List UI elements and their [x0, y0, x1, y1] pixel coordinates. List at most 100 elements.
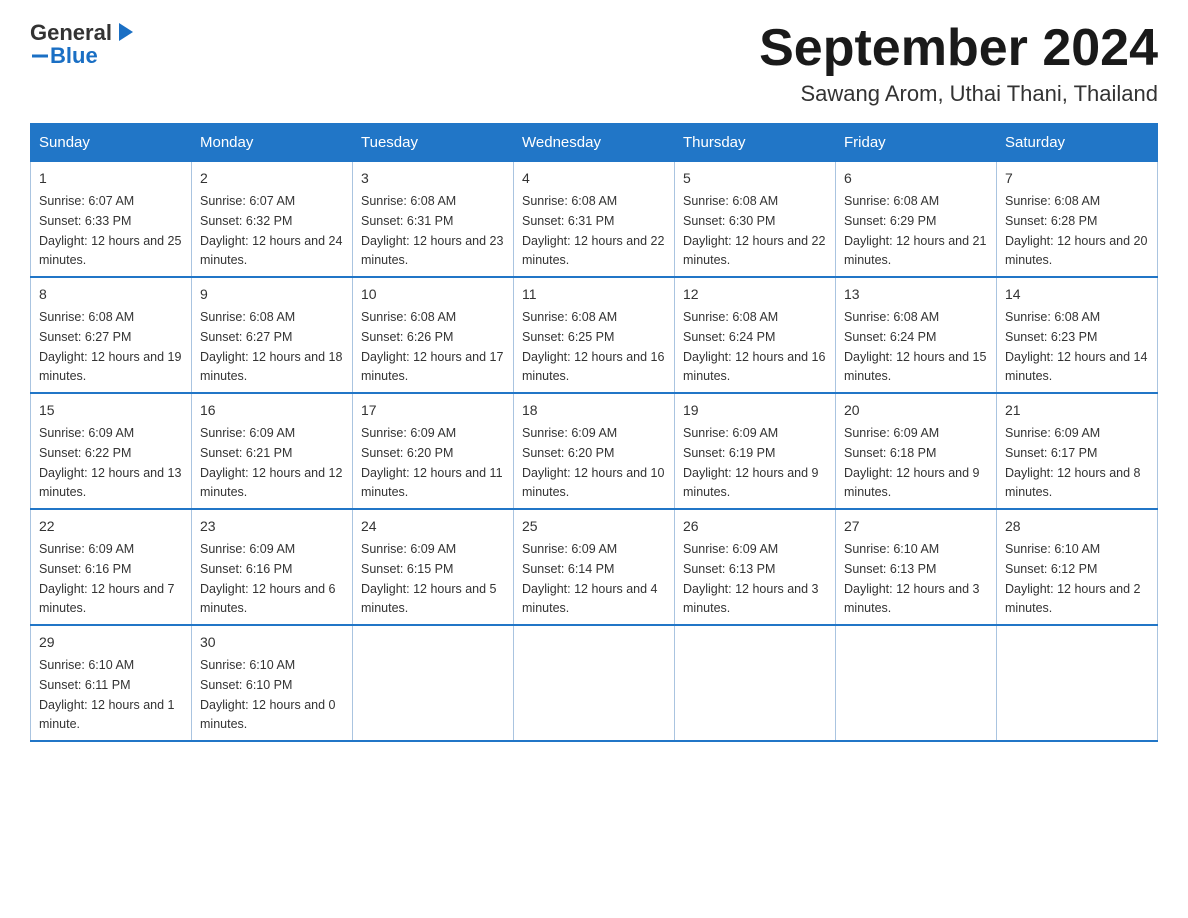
calendar-cell: 3 Sunrise: 6:08 AM Sunset: 6:31 PM Dayli… — [353, 162, 514, 278]
day-number: 4 — [522, 168, 666, 189]
day-daylight: Daylight: 12 hours and 24 minutes. — [200, 234, 342, 268]
calendar-cell — [836, 625, 997, 741]
day-number: 15 — [39, 400, 183, 421]
logo: General Blue — [30, 20, 137, 69]
day-sunrise: Sunrise: 6:10 AM — [844, 542, 939, 556]
day-daylight: Daylight: 12 hours and 11 minutes. — [361, 466, 503, 500]
calendar-cell: 23 Sunrise: 6:09 AM Sunset: 6:16 PM Dayl… — [192, 509, 353, 625]
day-sunrise: Sunrise: 6:09 AM — [361, 542, 456, 556]
calendar-cell: 5 Sunrise: 6:08 AM Sunset: 6:30 PM Dayli… — [675, 162, 836, 278]
logo-line-icon — [32, 48, 48, 64]
calendar-cell: 18 Sunrise: 6:09 AM Sunset: 6:20 PM Dayl… — [514, 393, 675, 509]
calendar-cell: 24 Sunrise: 6:09 AM Sunset: 6:15 PM Dayl… — [353, 509, 514, 625]
logo-general: General — [30, 20, 112, 45]
calendar-cell: 2 Sunrise: 6:07 AM Sunset: 6:32 PM Dayli… — [192, 162, 353, 278]
calendar-cell: 25 Sunrise: 6:09 AM Sunset: 6:14 PM Dayl… — [514, 509, 675, 625]
day-number: 19 — [683, 400, 827, 421]
day-sunrise: Sunrise: 6:08 AM — [683, 310, 778, 324]
logo-blue: Blue — [50, 43, 98, 68]
day-sunrise: Sunrise: 6:09 AM — [522, 542, 617, 556]
day-number: 6 — [844, 168, 988, 189]
day-number: 30 — [200, 632, 344, 653]
calendar-cell — [514, 625, 675, 741]
day-sunset: Sunset: 6:27 PM — [39, 330, 131, 344]
calendar-table: Sunday Monday Tuesday Wednesday Thursday… — [30, 123, 1158, 742]
day-number: 12 — [683, 284, 827, 305]
day-sunset: Sunset: 6:20 PM — [361, 446, 453, 460]
day-daylight: Daylight: 12 hours and 20 minutes. — [1005, 234, 1147, 268]
day-sunset: Sunset: 6:23 PM — [1005, 330, 1097, 344]
day-sunrise: Sunrise: 6:09 AM — [200, 426, 295, 440]
calendar-cell — [675, 625, 836, 741]
day-number: 18 — [522, 400, 666, 421]
day-daylight: Daylight: 12 hours and 5 minutes. — [361, 582, 497, 616]
day-number: 27 — [844, 516, 988, 537]
calendar-body: 1 Sunrise: 6:07 AM Sunset: 6:33 PM Dayli… — [31, 162, 1158, 742]
calendar-cell: 30 Sunrise: 6:10 AM Sunset: 6:10 PM Dayl… — [192, 625, 353, 741]
day-sunrise: Sunrise: 6:08 AM — [361, 194, 456, 208]
calendar-week-3: 15 Sunrise: 6:09 AM Sunset: 6:22 PM Dayl… — [31, 393, 1158, 509]
day-sunset: Sunset: 6:24 PM — [683, 330, 775, 344]
day-daylight: Daylight: 12 hours and 21 minutes. — [844, 234, 986, 268]
calendar-cell: 9 Sunrise: 6:08 AM Sunset: 6:27 PM Dayli… — [192, 277, 353, 393]
day-sunset: Sunset: 6:21 PM — [200, 446, 292, 460]
day-sunrise: Sunrise: 6:08 AM — [1005, 194, 1100, 208]
day-daylight: Daylight: 12 hours and 12 minutes. — [200, 466, 342, 500]
calendar-cell: 22 Sunrise: 6:09 AM Sunset: 6:16 PM Dayl… — [31, 509, 192, 625]
day-daylight: Daylight: 12 hours and 19 minutes. — [39, 350, 181, 384]
day-sunset: Sunset: 6:18 PM — [844, 446, 936, 460]
day-sunset: Sunset: 6:14 PM — [522, 562, 614, 576]
day-sunset: Sunset: 6:29 PM — [844, 214, 936, 228]
col-friday: Friday — [836, 124, 997, 162]
day-number: 25 — [522, 516, 666, 537]
day-daylight: Daylight: 12 hours and 25 minutes. — [39, 234, 181, 268]
col-thursday: Thursday — [675, 124, 836, 162]
day-daylight: Daylight: 12 hours and 10 minutes. — [522, 466, 664, 500]
day-number: 11 — [522, 284, 666, 305]
day-daylight: Daylight: 12 hours and 17 minutes. — [361, 350, 503, 384]
day-sunrise: Sunrise: 6:08 AM — [39, 310, 134, 324]
calendar-cell: 8 Sunrise: 6:08 AM Sunset: 6:27 PM Dayli… — [31, 277, 192, 393]
col-saturday: Saturday — [997, 124, 1158, 162]
day-sunset: Sunset: 6:13 PM — [683, 562, 775, 576]
calendar-cell: 17 Sunrise: 6:09 AM Sunset: 6:20 PM Dayl… — [353, 393, 514, 509]
day-number: 7 — [1005, 168, 1149, 189]
day-daylight: Daylight: 12 hours and 23 minutes. — [361, 234, 503, 268]
day-number: 3 — [361, 168, 505, 189]
day-sunset: Sunset: 6:22 PM — [39, 446, 131, 460]
calendar-cell: 13 Sunrise: 6:08 AM Sunset: 6:24 PM Dayl… — [836, 277, 997, 393]
col-tuesday: Tuesday — [353, 124, 514, 162]
calendar-cell — [353, 625, 514, 741]
day-sunset: Sunset: 6:17 PM — [1005, 446, 1097, 460]
day-daylight: Daylight: 12 hours and 22 minutes. — [522, 234, 664, 268]
day-daylight: Daylight: 12 hours and 6 minutes. — [200, 582, 336, 616]
calendar-cell: 15 Sunrise: 6:09 AM Sunset: 6:22 PM Dayl… — [31, 393, 192, 509]
day-number: 23 — [200, 516, 344, 537]
calendar-cell: 26 Sunrise: 6:09 AM Sunset: 6:13 PM Dayl… — [675, 509, 836, 625]
day-sunrise: Sunrise: 6:07 AM — [39, 194, 134, 208]
day-number: 24 — [361, 516, 505, 537]
calendar-cell: 27 Sunrise: 6:10 AM Sunset: 6:13 PM Dayl… — [836, 509, 997, 625]
col-monday: Monday — [192, 124, 353, 162]
day-number: 14 — [1005, 284, 1149, 305]
day-sunset: Sunset: 6:10 PM — [200, 678, 292, 692]
day-sunrise: Sunrise: 6:08 AM — [361, 310, 456, 324]
day-daylight: Daylight: 12 hours and 1 minute. — [39, 698, 175, 732]
calendar-week-2: 8 Sunrise: 6:08 AM Sunset: 6:27 PM Dayli… — [31, 277, 1158, 393]
day-sunrise: Sunrise: 6:09 AM — [200, 542, 295, 556]
calendar-cell: 29 Sunrise: 6:10 AM Sunset: 6:11 PM Dayl… — [31, 625, 192, 741]
day-daylight: Daylight: 12 hours and 18 minutes. — [200, 350, 342, 384]
day-number: 10 — [361, 284, 505, 305]
day-sunset: Sunset: 6:13 PM — [844, 562, 936, 576]
day-daylight: Daylight: 12 hours and 3 minutes. — [844, 582, 980, 616]
day-number: 5 — [683, 168, 827, 189]
day-sunrise: Sunrise: 6:08 AM — [200, 310, 295, 324]
calendar-cell: 28 Sunrise: 6:10 AM Sunset: 6:12 PM Dayl… — [997, 509, 1158, 625]
day-sunrise: Sunrise: 6:10 AM — [39, 658, 134, 672]
calendar-cell: 21 Sunrise: 6:09 AM Sunset: 6:17 PM Dayl… — [997, 393, 1158, 509]
calendar-cell: 19 Sunrise: 6:09 AM Sunset: 6:19 PM Dayl… — [675, 393, 836, 509]
calendar-cell: 12 Sunrise: 6:08 AM Sunset: 6:24 PM Dayl… — [675, 277, 836, 393]
day-daylight: Daylight: 12 hours and 0 minutes. — [200, 698, 336, 732]
calendar-cell — [997, 625, 1158, 741]
day-number: 29 — [39, 632, 183, 653]
